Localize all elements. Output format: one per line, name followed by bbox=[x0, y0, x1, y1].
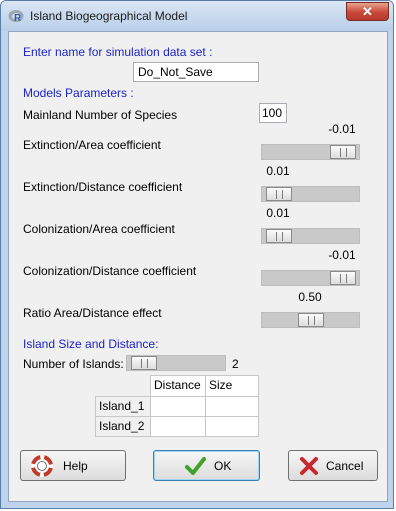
mainland-label: Mainland Number of Species bbox=[23, 108, 178, 122]
help-button[interactable]: Help bbox=[20, 450, 126, 481]
dialog-body: Enter name for simulation data set : Do_… bbox=[8, 31, 388, 502]
parameter-slider-thumb-2[interactable] bbox=[266, 187, 292, 201]
close-button[interactable]: ✕ bbox=[346, 2, 389, 21]
column-header-size: Size bbox=[205, 375, 259, 397]
slider-label-2: Extinction/Distance coefficient bbox=[23, 180, 183, 194]
slider-value-3: 0.01 bbox=[266, 206, 290, 220]
number-islands-slider[interactable] bbox=[126, 355, 226, 371]
row-header-island-2: Island_2 bbox=[95, 416, 151, 437]
dialog-window: R Island Biogeographical Model ✕ Enter n… bbox=[0, 0, 394, 509]
slider-value-2: 0.01 bbox=[266, 164, 290, 178]
cancel-button[interactable]: Cancel bbox=[288, 450, 378, 481]
parameter-slider-thumb-1[interactable] bbox=[330, 145, 356, 159]
checkmark-icon bbox=[185, 457, 206, 475]
ok-button[interactable]: OK bbox=[153, 450, 260, 481]
parameter-slider-thumb-4[interactable] bbox=[330, 271, 356, 285]
parameter-slider-5[interactable] bbox=[261, 312, 360, 328]
mainland-species-input[interactable]: 100 bbox=[259, 103, 287, 123]
column-header-distance: Distance bbox=[150, 375, 206, 397]
title-bar[interactable]: R Island Biogeographical Model ✕ bbox=[1, 1, 393, 31]
window-title: Island Biogeographical Model bbox=[30, 9, 188, 23]
island-2-distance-cell[interactable] bbox=[150, 416, 206, 437]
slider-label-5: Ratio Area/Distance effect bbox=[23, 306, 162, 320]
slider-value-5: 0.50 bbox=[298, 290, 322, 304]
number-islands-slider-thumb[interactable] bbox=[131, 356, 157, 370]
lifebuoy-icon bbox=[31, 455, 53, 477]
r-logo-icon: R bbox=[8, 10, 24, 23]
cancel-x-icon bbox=[300, 457, 318, 475]
island-2-size-cell[interactable] bbox=[205, 416, 259, 437]
parameter-slider-1[interactable] bbox=[261, 144, 360, 160]
parameter-slider-thumb-5[interactable] bbox=[298, 313, 324, 327]
sim-name-label: Enter name for simulation data set : bbox=[23, 45, 213, 59]
parameter-slider-4[interactable] bbox=[261, 270, 360, 286]
parameter-slider-2[interactable] bbox=[261, 186, 360, 202]
slider-label-1: Extinction/Area coefficient bbox=[23, 138, 161, 152]
number-islands-value: 2 bbox=[232, 357, 239, 371]
islands-header: Island Size and Distance: bbox=[23, 337, 159, 351]
parameter-slider-3[interactable] bbox=[261, 228, 360, 244]
slider-value-1: -0.01 bbox=[328, 122, 356, 136]
slider-label-3: Colonization/Area coefficient bbox=[23, 222, 175, 236]
island-1-size-cell[interactable] bbox=[205, 396, 259, 417]
models-header: Models Parameters : bbox=[23, 86, 134, 100]
row-header-island-1: Island_1 bbox=[95, 396, 151, 417]
slider-value-4: -0.01 bbox=[328, 248, 356, 262]
slider-label-4: Colonization/Distance coefficient bbox=[23, 264, 197, 278]
number-islands-label: Number of Islands: bbox=[23, 357, 124, 371]
island-1-distance-cell[interactable] bbox=[150, 396, 206, 417]
ok-button-label: OK bbox=[214, 459, 232, 473]
help-button-label: Help bbox=[63, 459, 88, 473]
parameter-slider-thumb-3[interactable] bbox=[266, 229, 292, 243]
sim-name-input[interactable]: Do_Not_Save bbox=[133, 62, 259, 82]
cancel-button-label: Cancel bbox=[326, 459, 364, 473]
close-icon: ✕ bbox=[362, 4, 373, 19]
svg-text:R: R bbox=[14, 13, 22, 23]
